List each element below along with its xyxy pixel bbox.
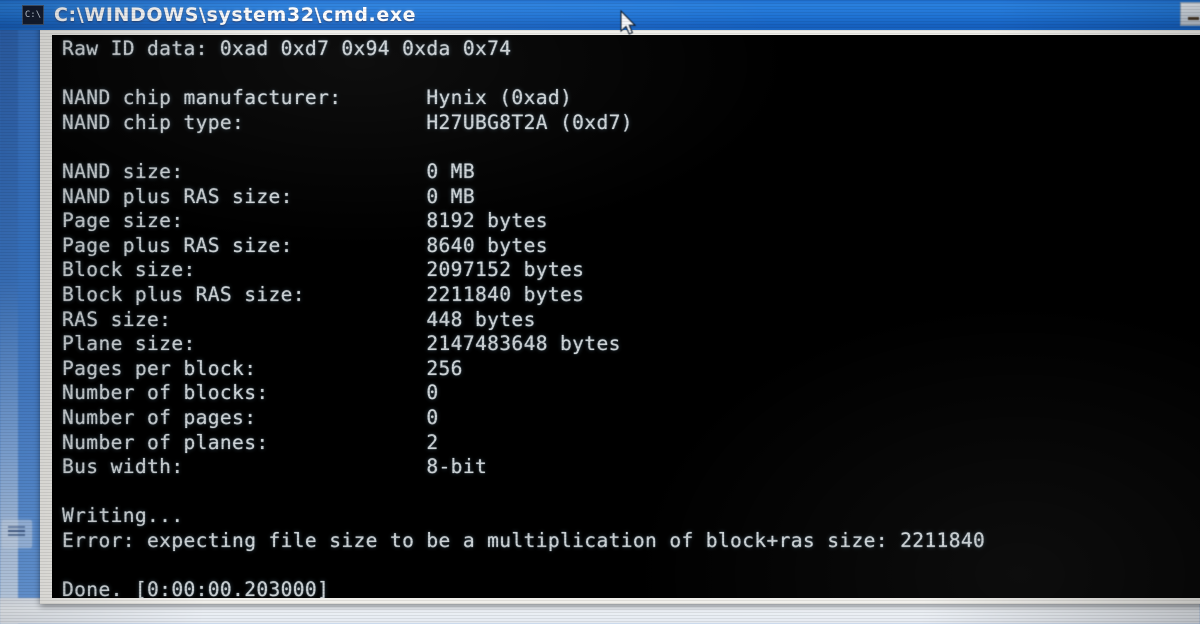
window-controls <box>1180 2 1200 26</box>
cmd-window: C:\ C:\WINDOWS\system32\cmd.exe Raw ID d… <box>0 0 1200 604</box>
minimize-button[interactable] <box>1180 2 1200 26</box>
window-client-frame: Raw ID data: 0xad 0xd7 0x94 0xda 0x74 NA… <box>40 30 1200 604</box>
window-title: C:\WINDOWS\system32\cmd.exe <box>54 4 417 26</box>
screen-photo: C:\ C:\WINDOWS\system32\cmd.exe Raw ID d… <box>0 0 1200 624</box>
cmd-console-icon: C:\ <box>22 5 44 25</box>
console-output: Raw ID data: 0xad 0xd7 0x94 0xda 0x74 NA… <box>62 37 986 598</box>
desktop-shortcut-icon[interactable] <box>2 520 32 548</box>
minimize-icon <box>1188 17 1199 20</box>
console-surface[interactable]: Raw ID data: 0xad 0xd7 0x94 0xda 0x74 NA… <box>52 35 1200 598</box>
window-titlebar[interactable]: C:\ C:\WINDOWS\system32\cmd.exe <box>0 0 1200 30</box>
